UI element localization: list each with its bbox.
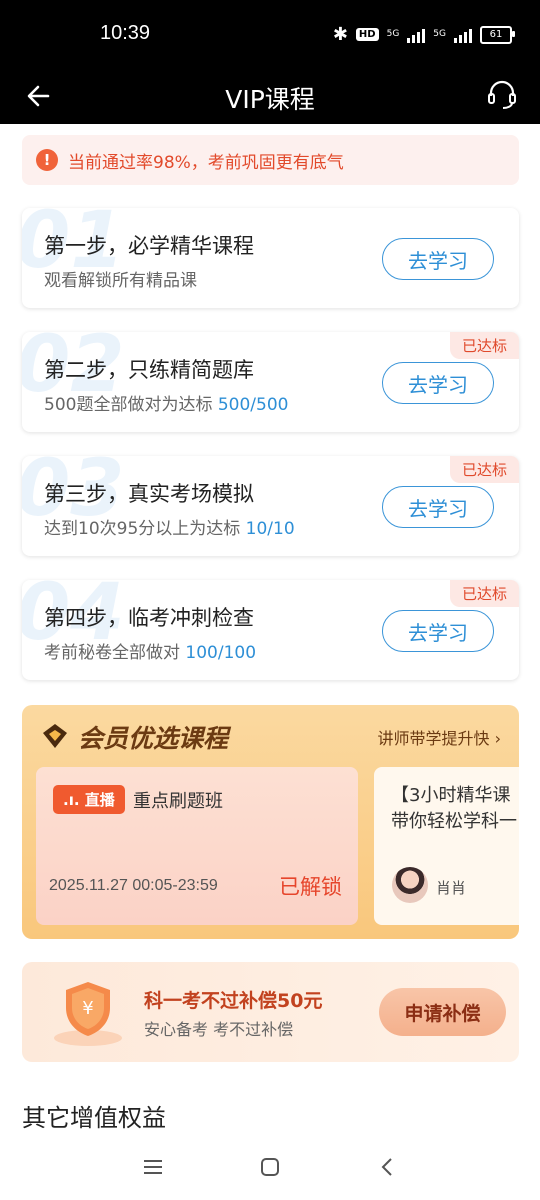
headset-icon[interactable]	[484, 76, 520, 112]
step-progress: 500/500	[217, 395, 289, 415]
step-card-4: 04 已达标 第四步，临考冲刺检查 考前秘卷全部做对 100/100 去学习	[22, 580, 519, 680]
svg-text:¥: ¥	[82, 998, 93, 1019]
signal-icon	[454, 27, 472, 43]
step-title: 第三步，真实考场模拟	[44, 482, 254, 506]
battery-icon: 61	[480, 25, 515, 44]
go-learn-button[interactable]: 去学习	[382, 362, 494, 404]
system-nav-bar	[0, 1140, 540, 1200]
status-badge: 已达标	[449, 332, 519, 359]
go-learn-button[interactable]: 去学习	[382, 486, 494, 528]
home-icon[interactable]	[260, 1157, 280, 1177]
step-title: 第二步，只练精简题库	[44, 358, 254, 382]
step-card-3: 03 已达标 第三步，真实考场模拟 达到10次95分以上为达标 10/10 去学…	[22, 456, 519, 556]
member-title: 会员优选课程	[78, 724, 229, 753]
notice-text: 当前通过率98%，考前巩固更有底气	[68, 152, 344, 173]
course-name: 重点刷题班	[133, 791, 223, 812]
step-progress: 10/10	[245, 519, 295, 539]
go-learn-button[interactable]: 去学习	[382, 610, 494, 652]
back-icon[interactable]	[377, 1156, 397, 1178]
pass-rate-notice: ! 当前通过率98%，考前巩固更有底气	[22, 135, 519, 185]
exclamation-icon: !	[36, 149, 58, 171]
avatar	[392, 867, 428, 903]
compensation-subtitle: 安心备考 考不过补偿	[144, 1020, 294, 1039]
step-desc: 500题全部做对为达标 500/500	[44, 395, 289, 415]
teacher-name: 肖肖	[436, 879, 467, 897]
network-type: 5G	[386, 29, 400, 39]
app-bar: VIP课程	[0, 68, 540, 124]
compensation-banner: ¥ 科一考不过补偿50元 安心备考 考不过补偿 申请补偿	[22, 962, 519, 1062]
teacher-guide-link[interactable]: 讲师带学提升快 ›	[378, 725, 502, 749]
bluetooth-icon: ✱	[332, 24, 348, 45]
signal-icon	[407, 27, 426, 43]
apply-compensation-button[interactable]: 申请补偿	[379, 988, 506, 1036]
menu-icon[interactable]	[143, 1159, 163, 1175]
hd-icon: HD	[355, 28, 379, 41]
course-card[interactable]: 【3小时精华课 带你轻松学科一 肖肖	[374, 767, 519, 925]
compensation-title: 科一考不过补偿50元	[144, 990, 323, 1012]
status-time: 10:39	[100, 22, 151, 44]
shield-yen-icon: ¥	[54, 982, 122, 1046]
diamond-icon	[43, 724, 67, 748]
step-desc: 观看解锁所有精品课	[44, 271, 197, 291]
status-bar: 10:39 ✱ HD 5G 5G 61	[0, 0, 540, 68]
step-card-1: 01 第一步，必学精华课程 观看解锁所有精品课 去学习	[22, 208, 519, 308]
step-progress: 100/100	[185, 643, 257, 663]
status-badge: 已达标	[449, 580, 519, 607]
course-name: 【3小时精华课 带你轻松学科一	[391, 785, 517, 832]
step-title: 第一步，必学精华课程	[44, 234, 254, 258]
step-title: 第四步，临考冲刺检查	[44, 606, 254, 630]
status-badge: 已达标	[449, 456, 519, 483]
go-learn-button[interactable]: 去学习	[382, 238, 494, 280]
course-card[interactable]: .ı. 直播 重点刷题班 2025.11.27 00:05-23:59 已解锁	[36, 767, 358, 925]
step-desc: 达到10次95分以上为达标 10/10	[44, 519, 295, 539]
step-desc: 考前秘卷全部做对 100/100	[44, 643, 257, 663]
page-title: VIP课程	[225, 85, 315, 114]
live-badge: .ı. 直播	[53, 785, 125, 814]
course-date: 2025.11.27 00:05-23:59	[49, 877, 218, 894]
status-icons: ✱ HD 5G 5G 61	[332, 24, 515, 45]
network-type: 5G	[433, 29, 446, 39]
other-benefits-title: 其它增值权益	[22, 1104, 166, 1132]
step-card-2: 02 已达标 第二步，只练精简题库 500题全部做对为达标 500/500 去学…	[22, 332, 519, 432]
member-courses-panel: 会员优选课程 讲师带学提升快 › .ı. 直播 重点刷题班 2025.11.27…	[22, 705, 519, 939]
unlock-status: 已解锁	[279, 875, 342, 899]
